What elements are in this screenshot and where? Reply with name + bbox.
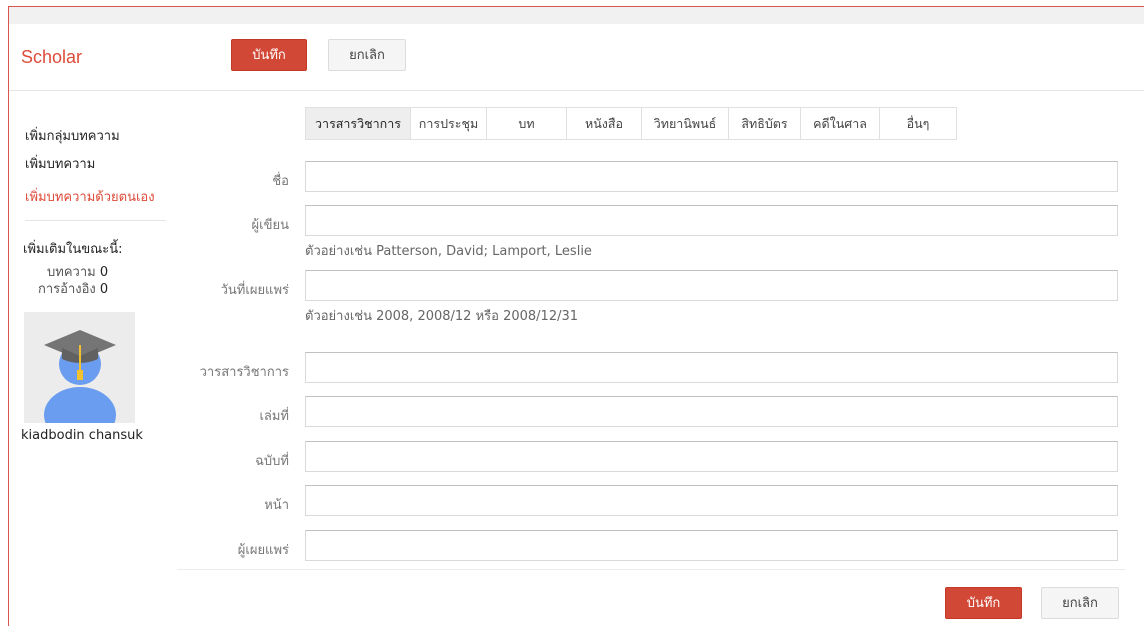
journal-label: วารสารวิชาการ [199, 365, 289, 380]
volume-input[interactable] [305, 396, 1118, 427]
journal-input[interactable] [305, 352, 1118, 383]
authors-hint: ตัวอย่างเช่น Patterson, David; Lamport, … [305, 244, 592, 259]
document-type-tabs: วารสารวิชาการ การประชุม บท หนังสือ วิทยา… [305, 107, 957, 140]
volume-label: เล่มที่ [259, 409, 289, 424]
publication-date-input[interactable] [305, 270, 1118, 301]
cancel-button[interactable]: ยกเลิก [328, 39, 406, 71]
top-strip [9, 7, 1144, 24]
added-heading: เพิ่มเติมในขณะนี้: [23, 242, 123, 257]
pages-input[interactable] [305, 485, 1118, 516]
scholar-logo[interactable]: Scholar [21, 47, 82, 68]
publisher-label: ผู้เผยแพร่ [237, 543, 289, 558]
publisher-input[interactable] [305, 530, 1118, 561]
form-divider [177, 569, 1125, 570]
tab-chapter[interactable]: บท [487, 107, 567, 140]
tab-court-case[interactable]: คดีในศาล [801, 107, 880, 140]
tab-patent[interactable]: สิทธิบัตร [729, 107, 801, 140]
publication-date-label: วันที่เผยแพร่ [220, 283, 289, 298]
tab-conference[interactable]: การประชุม [411, 107, 487, 140]
tab-journal[interactable]: วารสารวิชาการ [305, 107, 411, 140]
page-frame: Scholar บันทึก ยกเลิก เพิ่มกลุ่มบทความ เ… [8, 6, 1144, 626]
issue-label: ฉบับที่ [255, 454, 289, 469]
add-article-link[interactable]: เพิ่มบทความ [25, 153, 95, 174]
citations-stat: การอ้างอิง 0 [38, 278, 108, 299]
authors-label: ผู้เขียน [251, 218, 289, 233]
add-article-group-link[interactable]: เพิ่มกลุ่มบทความ [25, 125, 120, 146]
tab-other[interactable]: อื่นๆ [880, 107, 957, 140]
graduate-avatar-icon [24, 312, 135, 423]
avatar[interactable] [24, 312, 135, 423]
tab-book[interactable]: หนังสือ [567, 107, 642, 140]
user-name: kiadbodin chansuk [21, 428, 143, 443]
publication-date-hint: ตัวอย่างเช่น 2008, 2008/12 หรือ 2008/12/… [305, 309, 579, 324]
citations-stat-label: การอ้างอิง [38, 282, 96, 297]
citations-count: 0 [99, 282, 109, 297]
header-bar: Scholar บันทึก ยกเลิก [9, 24, 1144, 91]
pages-label: หน้า [264, 498, 289, 513]
title-label: ชื่อ [272, 174, 289, 189]
title-input[interactable] [305, 161, 1118, 192]
authors-input[interactable] [305, 205, 1118, 236]
save-button[interactable]: บันทึก [231, 39, 307, 71]
tab-thesis[interactable]: วิทยานิพนธ์ [642, 107, 729, 140]
footer-cancel-button[interactable]: ยกเลิก [1041, 587, 1119, 619]
issue-input[interactable] [305, 441, 1118, 472]
footer-save-button[interactable]: บันทึก [945, 587, 1022, 619]
